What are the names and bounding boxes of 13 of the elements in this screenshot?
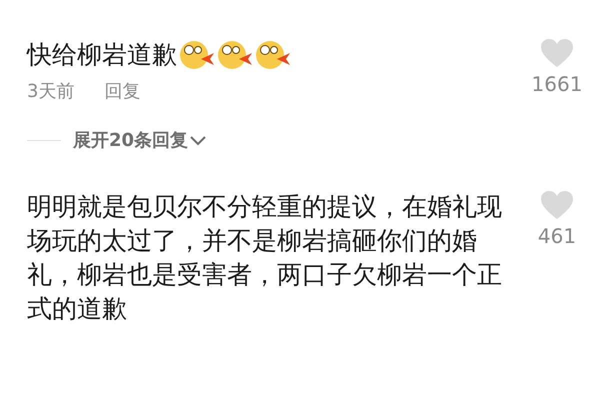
like-count: 461 [538,223,576,250]
comment-text: 快给柳岩道歉 [27,39,177,71]
emoji-icon [255,39,291,71]
emoji-icon [179,39,215,71]
chevron-down-icon [190,136,206,146]
comment-time: 3天前 [27,80,74,104]
emoji-icon [217,39,253,71]
expand-replies-button[interactable]: 展开20条回复 [73,127,206,154]
comment-text: 明明就是包贝尔不分轻重的提议，在婚礼现场玩的太过了，并不是柳岩搞砸你们的婚礼，柳岩也是受害者，两口子欠柳岩一个正式的道歉 [27,191,503,325]
heart-icon[interactable] [540,38,574,68]
heart-icon[interactable] [540,190,574,220]
like-count: 1661 [532,71,582,98]
reply-button[interactable]: 回复 [104,78,140,105]
